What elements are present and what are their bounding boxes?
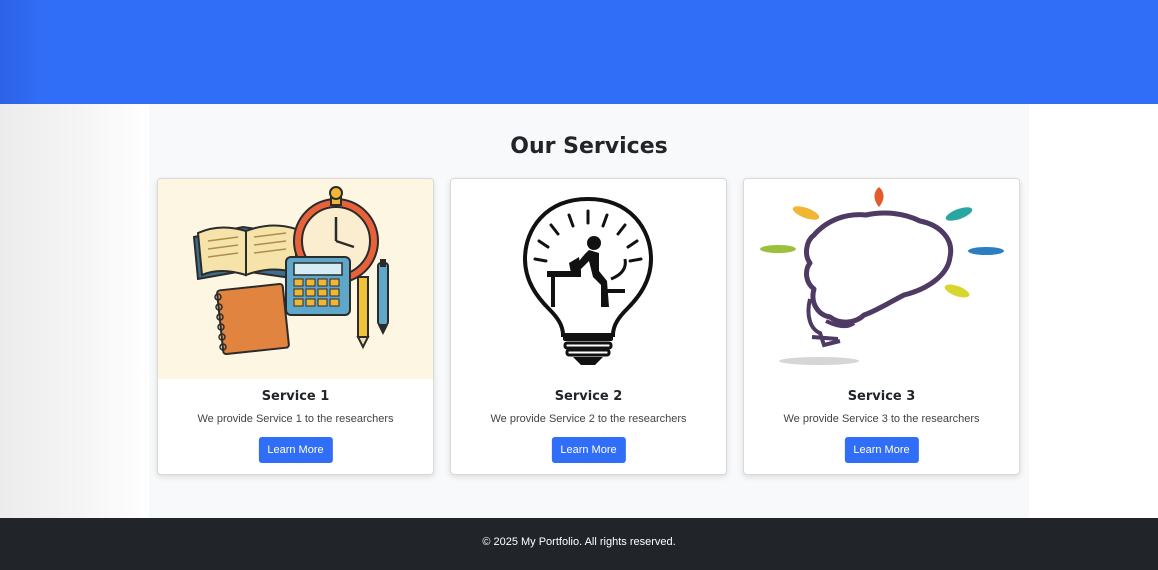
card-title: Service 3 [847,389,916,404]
card-title: Service 1 [261,389,330,404]
services-section: Our Services Service 1 We provide Servic… [149,104,1029,518]
lightbulb-reader-illustration [451,179,726,379]
card-title: Service 2 [554,389,623,404]
copyright-text: © 2025 My Portfolio. All rights reserved… [482,536,676,548]
section-title: Our Services [510,134,668,159]
service-card-2: Service 2 We provide Service 2 to the re… [450,178,727,475]
card-text: We provide Service 1 to the researchers [197,413,394,425]
service-card-3: Service 3 We provide Service 3 to the re… [743,178,1020,475]
learn-more-button-2[interactable]: Learn More [551,437,626,463]
hero-banner [0,0,1158,104]
learn-more-button-3[interactable]: Learn More [844,437,919,463]
service-card-1: Service 1 We provide Service 1 to the re… [157,178,434,475]
footer: © 2025 My Portfolio. All rights reserved… [0,518,1158,570]
brain-lightbulb-illustration [744,179,1019,379]
card-text: We provide Service 2 to the researchers [490,413,687,425]
learn-more-button-1[interactable]: Learn More [258,437,333,463]
card-text: We provide Service 3 to the researchers [783,413,980,425]
study-supplies-illustration [158,179,433,379]
